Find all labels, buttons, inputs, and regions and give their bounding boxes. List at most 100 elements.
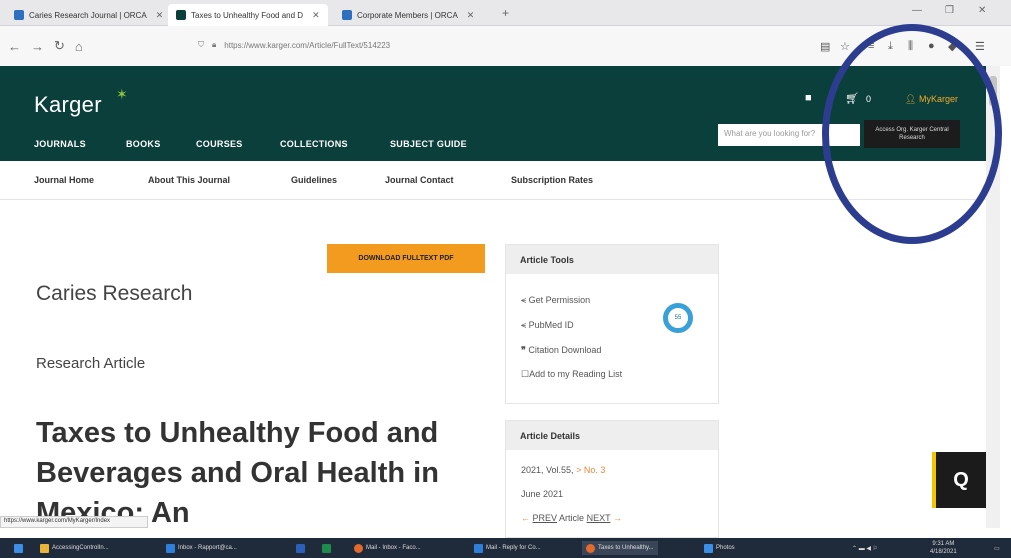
article-type: Research Article xyxy=(36,355,146,372)
article-pager: ← PREV Article NEXT → xyxy=(521,513,622,523)
extensions-icon[interactable]: ≡ xyxy=(868,40,874,52)
taskbar-label: Mail - Inbox - Faco... xyxy=(366,545,421,551)
prev-link[interactable]: PREV xyxy=(533,513,558,523)
cart-icon[interactable]: 🛒︎ xyxy=(845,92,859,105)
browser-tab-2[interactable]: Taxes to Unhealthy Food and D ✕ xyxy=(168,4,328,26)
my-karger-link[interactable]: 👤︎ MyKarger xyxy=(905,94,958,105)
subnav-about[interactable]: About This Journal xyxy=(148,175,230,185)
taskbar-label: Photos xyxy=(716,545,735,551)
nav-books[interactable]: BOOKS xyxy=(126,139,161,149)
taskbar-app-3[interactable]: Mail - Inbox - Faco... xyxy=(350,541,425,555)
article-tools-title: Article Tools xyxy=(506,245,718,274)
karger-logo[interactable]: Karger ✶ xyxy=(34,86,128,118)
logo-text: Karger xyxy=(34,92,102,117)
photos-icon xyxy=(704,543,713,553)
cart-count: 0 xyxy=(866,94,872,104)
firefox-icon xyxy=(354,543,363,553)
q-floating-button[interactable]: Q xyxy=(932,452,986,508)
new-tab-icon[interactable]: + xyxy=(502,6,509,20)
article-tools-panel: Article Tools ⪪ Get Permission ⪪ PubMed … xyxy=(505,244,719,404)
clock-time: 9:31 AM xyxy=(932,541,955,547)
taskbar-clock[interactable]: 9:31 AM 4/18/2021 xyxy=(930,540,957,556)
back-icon[interactable]: ← xyxy=(8,39,21,54)
download-icon[interactable]: ⤓ xyxy=(888,40,893,53)
excel-icon xyxy=(322,543,331,553)
nav-collections[interactable]: COLLECTIONS xyxy=(280,139,348,149)
browser-tab-1[interactable]: Caries Research Journal | ORCA ✕ xyxy=(6,4,171,26)
system-tray-icons[interactable]: ⌃ ▬ ◀ ⚐ xyxy=(848,541,882,555)
taskbar-label: AccessingControlIn... xyxy=(52,545,109,551)
reader-icon[interactable]: ▤ xyxy=(820,40,830,53)
mail-icon xyxy=(166,543,175,553)
subnav-journal-home[interactable]: Journal Home xyxy=(34,175,94,185)
altmetric-badge[interactable]: 55 xyxy=(663,303,693,333)
firefox-icon xyxy=(586,543,595,553)
issue-link[interactable]: > No. 3 xyxy=(576,465,605,475)
pager-label: Article xyxy=(559,513,585,523)
address-bar: ← → ↻ ⌂ ⛉ 🔒︎ https://www.karger.com/Arti… xyxy=(0,26,1011,66)
get-permission-link[interactable]: ⪪ Get Permission xyxy=(521,295,590,306)
bookmark-icon[interactable]: ■ xyxy=(805,92,812,104)
page-scrollbar[interactable] xyxy=(986,66,1000,528)
close-icon[interactable]: ✕ xyxy=(312,10,320,21)
notifications-icon[interactable]: ▭ xyxy=(990,541,1004,555)
access-button[interactable]: Access Org. Karger Central Research xyxy=(864,120,960,148)
subnav-journal-contact[interactable]: Journal Contact xyxy=(385,175,454,185)
nav-subject-guide[interactable]: SUBJECT GUIDE xyxy=(390,139,467,149)
subnav-subscription-rates[interactable]: Subscription Rates xyxy=(511,175,593,185)
home-icon[interactable]: ⌂ xyxy=(75,39,83,54)
maximize-icon[interactable]: ❐ xyxy=(945,5,954,16)
nav-journals[interactable]: JOURNALS xyxy=(34,139,86,149)
volume-line: 2021, Vol.55, > No. 3 xyxy=(521,465,605,475)
account-icon[interactable]: ● xyxy=(928,40,935,52)
taskbar-app-excel[interactable] xyxy=(318,541,335,555)
tool-label: Citation Download xyxy=(528,345,602,355)
download-pdf-button[interactable]: DOWNLOAD FULLTEXT PDF xyxy=(327,244,485,273)
article-details-panel: Article Details 2021, Vol.55, > No. 3 Ju… xyxy=(505,420,719,538)
nav-courses[interactable]: COURSES xyxy=(196,139,243,149)
issue-date: June 2021 xyxy=(521,489,564,499)
reload-icon[interactable]: ↻ xyxy=(54,38,65,54)
orca-favicon-icon xyxy=(342,10,352,20)
checkbox-icon: ☐ xyxy=(521,369,530,379)
close-icon[interactable]: ✕ xyxy=(467,10,475,21)
subnav-guidelines[interactable]: Guidelines xyxy=(291,175,337,185)
bookmark-star-icon[interactable]: ☆ xyxy=(840,40,850,53)
scrollbar-thumb[interactable] xyxy=(989,76,997,106)
tool-label: Add to my Reading List xyxy=(529,369,623,379)
taskbar-app-5[interactable]: Taxes to Unhealthy... xyxy=(582,541,658,555)
word-icon xyxy=(296,543,305,553)
close-icon[interactable]: ✕ xyxy=(156,10,164,21)
addon-icon[interactable]: ◆ xyxy=(948,40,956,53)
shield-icon: ⛉ xyxy=(198,40,204,49)
citation-download-link[interactable]: ❞ Citation Download xyxy=(521,345,601,356)
tab-label: Corporate Members | ORCA xyxy=(357,10,458,20)
clock-date: 4/18/2021 xyxy=(930,549,957,555)
minimize-icon[interactable]: — xyxy=(912,5,922,16)
browser-tab-3[interactable]: Corporate Members | ORCA ✕ xyxy=(334,4,482,26)
folder-icon xyxy=(40,543,49,553)
window-close-icon[interactable]: ✕ xyxy=(978,5,986,16)
user-icon: 👤︎ xyxy=(905,94,917,104)
taskbar-app-6[interactable]: Photos xyxy=(700,541,739,555)
menu-icon[interactable]: ☰ xyxy=(975,40,985,53)
reading-list-link[interactable]: ☐Add to my Reading List xyxy=(521,369,622,380)
prev-arrow-icon: ← xyxy=(521,513,530,523)
next-link[interactable]: NEXT xyxy=(587,513,611,523)
windows-start-icon[interactable] xyxy=(10,541,27,555)
url-field[interactable]: ⛉ 🔒︎ https://www.karger.com/Article/Full… xyxy=(190,33,780,57)
lock-icon: 🔒︎ xyxy=(212,40,217,49)
search-input[interactable]: What are you looking for? xyxy=(718,124,860,146)
taskbar-app-word[interactable] xyxy=(292,541,309,555)
taskbar-label: Mail - Reply for Co... xyxy=(486,545,541,551)
pubmed-link[interactable]: ⪪ PubMed ID xyxy=(521,320,574,331)
article-headline: Taxes to Unhealthy Food and Beverages an… xyxy=(36,417,439,529)
taskbar-app-2[interactable]: Inbox - Rapport@ca... xyxy=(162,541,241,555)
taskbar-app-1[interactable]: AccessingControlIn... xyxy=(36,541,113,555)
library-icon[interactable]: ⫼ xyxy=(908,40,913,53)
taskbar-app-4[interactable]: Mail - Reply for Co... xyxy=(470,541,545,555)
journal-title: Caries Research xyxy=(36,282,193,305)
tab-label: Caries Research Journal | ORCA xyxy=(29,10,147,20)
pubmed-icon: ⪪ xyxy=(521,320,529,330)
forward-icon[interactable]: → xyxy=(31,39,44,54)
